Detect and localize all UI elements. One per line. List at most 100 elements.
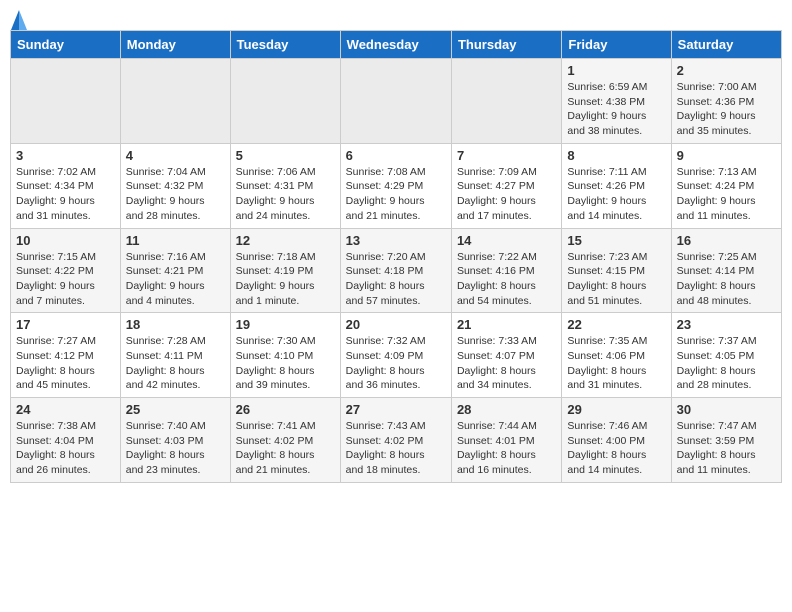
day-number: 18 [126, 317, 225, 332]
week-row-2: 10 Sunrise: 7:15 AM Sunset: 4:22 PM Dayli… [11, 228, 782, 313]
day-info: Sunrise: 7:30 AM Sunset: 4:10 PM Dayligh… [236, 334, 335, 393]
day-info: Sunrise: 7:28 AM Sunset: 4:11 PM Dayligh… [126, 334, 225, 393]
calendar-cell: 4 Sunrise: 7:04 AM Sunset: 4:32 PM Daylig… [120, 143, 230, 228]
day-number: 10 [16, 233, 115, 248]
day-info: Sunrise: 7:02 AM Sunset: 4:34 PM Dayligh… [16, 165, 115, 224]
calendar-cell: 11 Sunrise: 7:16 AM Sunset: 4:21 PM Dayli… [120, 228, 230, 313]
week-row-3: 17 Sunrise: 7:27 AM Sunset: 4:12 PM Dayli… [11, 313, 782, 398]
calendar-cell: 30 Sunrise: 7:47 AM Sunset: 3:59 PM Dayli… [671, 398, 781, 483]
calendar-cell: 2 Sunrise: 7:00 AM Sunset: 4:36 PM Daylig… [671, 59, 781, 144]
calendar-cell: 27Sunrise: 7:43 AM Sunset: 4:02 PM Dayli… [340, 398, 451, 483]
calendar-cell: 21 Sunrise: 7:33 AM Sunset: 4:07 PM Dayli… [451, 313, 561, 398]
calendar-cell: 16 Sunrise: 7:25 AM Sunset: 4:14 PM Dayli… [671, 228, 781, 313]
day-number: 15 [567, 233, 665, 248]
day-number: 30 [677, 402, 776, 417]
weekday-monday: Monday [120, 31, 230, 59]
day-info: Sunrise: 7:23 AM Sunset: 4:15 PM Dayligh… [567, 250, 665, 309]
day-number: 3 [16, 148, 115, 163]
day-number: 28 [457, 402, 556, 417]
day-info: Sunrise: 7:47 AM Sunset: 3:59 PM Dayligh… [677, 419, 776, 478]
day-number: 13 [346, 233, 446, 248]
weekday-wednesday: Wednesday [340, 31, 451, 59]
weekday-header-row: SundayMondayTuesdayWednesdayThursdayFrid… [11, 31, 782, 59]
day-number: 25 [126, 402, 225, 417]
calendar-cell [340, 59, 451, 144]
day-number: 29 [567, 402, 665, 417]
day-info: Sunrise: 7:37 AM Sunset: 4:05 PM Dayligh… [677, 334, 776, 393]
day-info: Sunrise: 7:11 AM Sunset: 4:26 PM Dayligh… [567, 165, 665, 224]
calendar-cell: 3 Sunrise: 7:02 AM Sunset: 4:34 PM Daylig… [11, 143, 121, 228]
day-info: Sunrise: 7:13 AM Sunset: 4:24 PM Dayligh… [677, 165, 776, 224]
calendar-cell: 24 Sunrise: 7:38 AM Sunset: 4:04 PM Dayli… [11, 398, 121, 483]
day-info: Sunrise: 7:41 AM Sunset: 4:02 PM Dayligh… [236, 419, 335, 478]
day-number: 12 [236, 233, 335, 248]
day-number: 4 [126, 148, 225, 163]
day-info: Sunrise: 7:18 AM Sunset: 4:19 PM Dayligh… [236, 250, 335, 309]
calendar-cell: 13 Sunrise: 7:20 AM Sunset: 4:18 PM Dayli… [340, 228, 451, 313]
weekday-saturday: Saturday [671, 31, 781, 59]
day-number: 14 [457, 233, 556, 248]
day-info: Sunrise: 7:35 AM Sunset: 4:06 PM Dayligh… [567, 334, 665, 393]
day-number: 20 [346, 317, 446, 332]
calendar-cell: 6Sunrise: 7:08 AM Sunset: 4:29 PM Daylig… [340, 143, 451, 228]
day-info: Sunrise: 7:25 AM Sunset: 4:14 PM Dayligh… [677, 250, 776, 309]
week-row-0: 1 Sunrise: 6:59 AM Sunset: 4:38 PM Daylig… [11, 59, 782, 144]
logo [10, 10, 27, 26]
day-info: Sunrise: 7:40 AM Sunset: 4:03 PM Dayligh… [126, 419, 225, 478]
day-info: Sunrise: 7:27 AM Sunset: 4:12 PM Dayligh… [16, 334, 115, 393]
day-info: Sunrise: 7:20 AM Sunset: 4:18 PM Dayligh… [346, 250, 446, 309]
day-number: 19 [236, 317, 335, 332]
day-info: Sunrise: 7:33 AM Sunset: 4:07 PM Dayligh… [457, 334, 556, 393]
weekday-tuesday: Tuesday [230, 31, 340, 59]
day-info: Sunrise: 7:22 AM Sunset: 4:16 PM Dayligh… [457, 250, 556, 309]
calendar-cell: 10 Sunrise: 7:15 AM Sunset: 4:22 PM Dayli… [11, 228, 121, 313]
day-number: 8 [567, 148, 665, 163]
weekday-thursday: Thursday [451, 31, 561, 59]
day-info: Sunrise: 7:44 AM Sunset: 4:01 PM Dayligh… [457, 419, 556, 478]
day-info: Sunrise: 6:59 AM Sunset: 4:38 PM Dayligh… [567, 80, 665, 139]
calendar-cell: 12 Sunrise: 7:18 AM Sunset: 4:19 PM Dayli… [230, 228, 340, 313]
calendar-cell: 25 Sunrise: 7:40 AM Sunset: 4:03 PM Dayli… [120, 398, 230, 483]
day-number: 22 [567, 317, 665, 332]
header [10, 10, 782, 26]
day-info: Sunrise: 7:06 AM Sunset: 4:31 PM Dayligh… [236, 165, 335, 224]
calendar-cell: 23 Sunrise: 7:37 AM Sunset: 4:05 PM Dayli… [671, 313, 781, 398]
day-number: 5 [236, 148, 335, 163]
day-info: Sunrise: 7:04 AM Sunset: 4:32 PM Dayligh… [126, 165, 225, 224]
weekday-friday: Friday [562, 31, 671, 59]
week-row-1: 3 Sunrise: 7:02 AM Sunset: 4:34 PM Daylig… [11, 143, 782, 228]
day-number: 24 [16, 402, 115, 417]
day-number: 1 [567, 63, 665, 78]
weekday-sunday: Sunday [11, 31, 121, 59]
day-number: 21 [457, 317, 556, 332]
calendar-cell: 14 Sunrise: 7:22 AM Sunset: 4:16 PM Dayli… [451, 228, 561, 313]
calendar-cell: 22 Sunrise: 7:35 AM Sunset: 4:06 PM Dayli… [562, 313, 671, 398]
day-info: Sunrise: 7:16 AM Sunset: 4:21 PM Dayligh… [126, 250, 225, 309]
day-number: 23 [677, 317, 776, 332]
calendar-cell: 26 Sunrise: 7:41 AM Sunset: 4:02 PM Dayli… [230, 398, 340, 483]
calendar-cell: 29Sunrise: 7:46 AM Sunset: 4:00 PM Dayli… [562, 398, 671, 483]
day-info: Sunrise: 7:38 AM Sunset: 4:04 PM Dayligh… [16, 419, 115, 478]
day-number: 16 [677, 233, 776, 248]
day-number: 26 [236, 402, 335, 417]
calendar-cell: 20Sunrise: 7:32 AM Sunset: 4:09 PM Dayli… [340, 313, 451, 398]
day-info: Sunrise: 7:09 AM Sunset: 4:27 PM Dayligh… [457, 165, 556, 224]
calendar-cell [120, 59, 230, 144]
day-info: Sunrise: 7:15 AM Sunset: 4:22 PM Dayligh… [16, 250, 115, 309]
calendar-cell: 7 Sunrise: 7:09 AM Sunset: 4:27 PM Daylig… [451, 143, 561, 228]
day-number: 17 [16, 317, 115, 332]
day-number: 11 [126, 233, 225, 248]
day-number: 27 [346, 402, 446, 417]
calendar-cell [11, 59, 121, 144]
calendar-cell: 17 Sunrise: 7:27 AM Sunset: 4:12 PM Dayli… [11, 313, 121, 398]
calendar-cell [230, 59, 340, 144]
calendar: SundayMondayTuesdayWednesdayThursdayFrid… [10, 30, 782, 483]
calendar-cell: 15 Sunrise: 7:23 AM Sunset: 4:15 PM Dayli… [562, 228, 671, 313]
day-number: 7 [457, 148, 556, 163]
day-number: 2 [677, 63, 776, 78]
day-info: Sunrise: 7:08 AM Sunset: 4:29 PM Dayligh… [346, 165, 446, 224]
calendar-cell [451, 59, 561, 144]
calendar-cell: 8 Sunrise: 7:11 AM Sunset: 4:26 PM Daylig… [562, 143, 671, 228]
calendar-cell: 18 Sunrise: 7:28 AM Sunset: 4:11 PM Dayli… [120, 313, 230, 398]
day-info: Sunrise: 7:00 AM Sunset: 4:36 PM Dayligh… [677, 80, 776, 139]
